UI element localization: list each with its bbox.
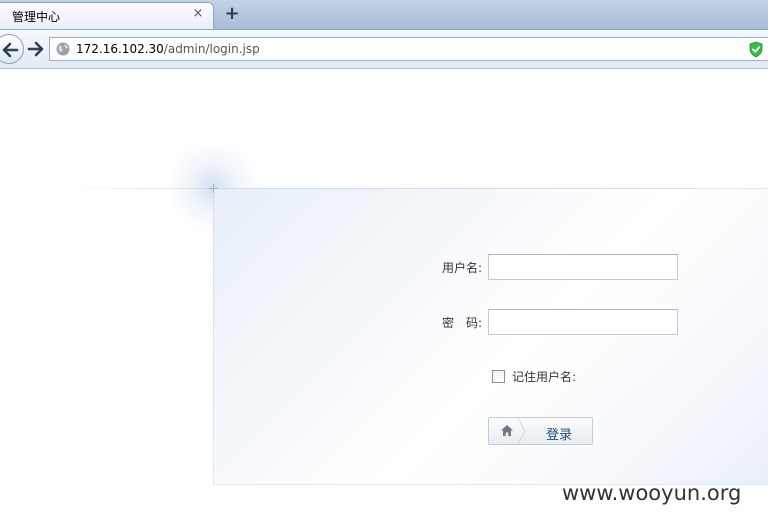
home-icon — [501, 425, 513, 436]
url-host: 172.16.102.30 — [76, 42, 164, 56]
tab-title: 管理中心 — [12, 10, 61, 24]
login-button-label: 登录 — [546, 428, 573, 443]
back-arrow-icon — [2, 42, 19, 58]
tab-admin-center[interactable]: 管理中心 × — [0, 2, 214, 29]
login-button[interactable]: 登录 — [488, 417, 593, 445]
url-path: /admin/login.jsp — [163, 42, 260, 56]
navigation-bar: 172.16.102.30/admin/login.jsp — [0, 30, 768, 69]
back-button[interactable] — [0, 34, 24, 64]
username-input[interactable] — [488, 254, 678, 280]
password-input[interactable] — [488, 309, 678, 335]
username-label: 用户名: — [442, 261, 483, 275]
decorative-horizontal-line — [70, 188, 768, 189]
forward-arrow-icon[interactable] — [26, 40, 46, 58]
remember-username-label: 记住用户名: — [512, 370, 577, 384]
button-divider — [517, 418, 526, 444]
watermark: www.wooyun.org — [562, 481, 742, 505]
page-content: 用户名: 密 码: 记住用户名: 登录 www.wooyun.org — [0, 69, 768, 522]
address-bar[interactable]: 172.16.102.30/admin/login.jsp — [49, 37, 768, 61]
globe-icon — [56, 42, 70, 56]
new-tab-button[interactable]: + — [222, 4, 242, 24]
url-text: 172.16.102.30/admin/login.jsp — [76, 42, 260, 56]
tab-bar: 管理中心 × + — [0, 0, 768, 30]
password-label: 密 码: — [442, 316, 483, 330]
remember-username-checkbox[interactable] — [492, 370, 505, 383]
decorative-vertical-line — [213, 144, 214, 484]
crosshair-icon — [209, 184, 218, 193]
shield-check-icon[interactable] — [748, 41, 764, 58]
close-icon[interactable]: × — [191, 7, 205, 21]
